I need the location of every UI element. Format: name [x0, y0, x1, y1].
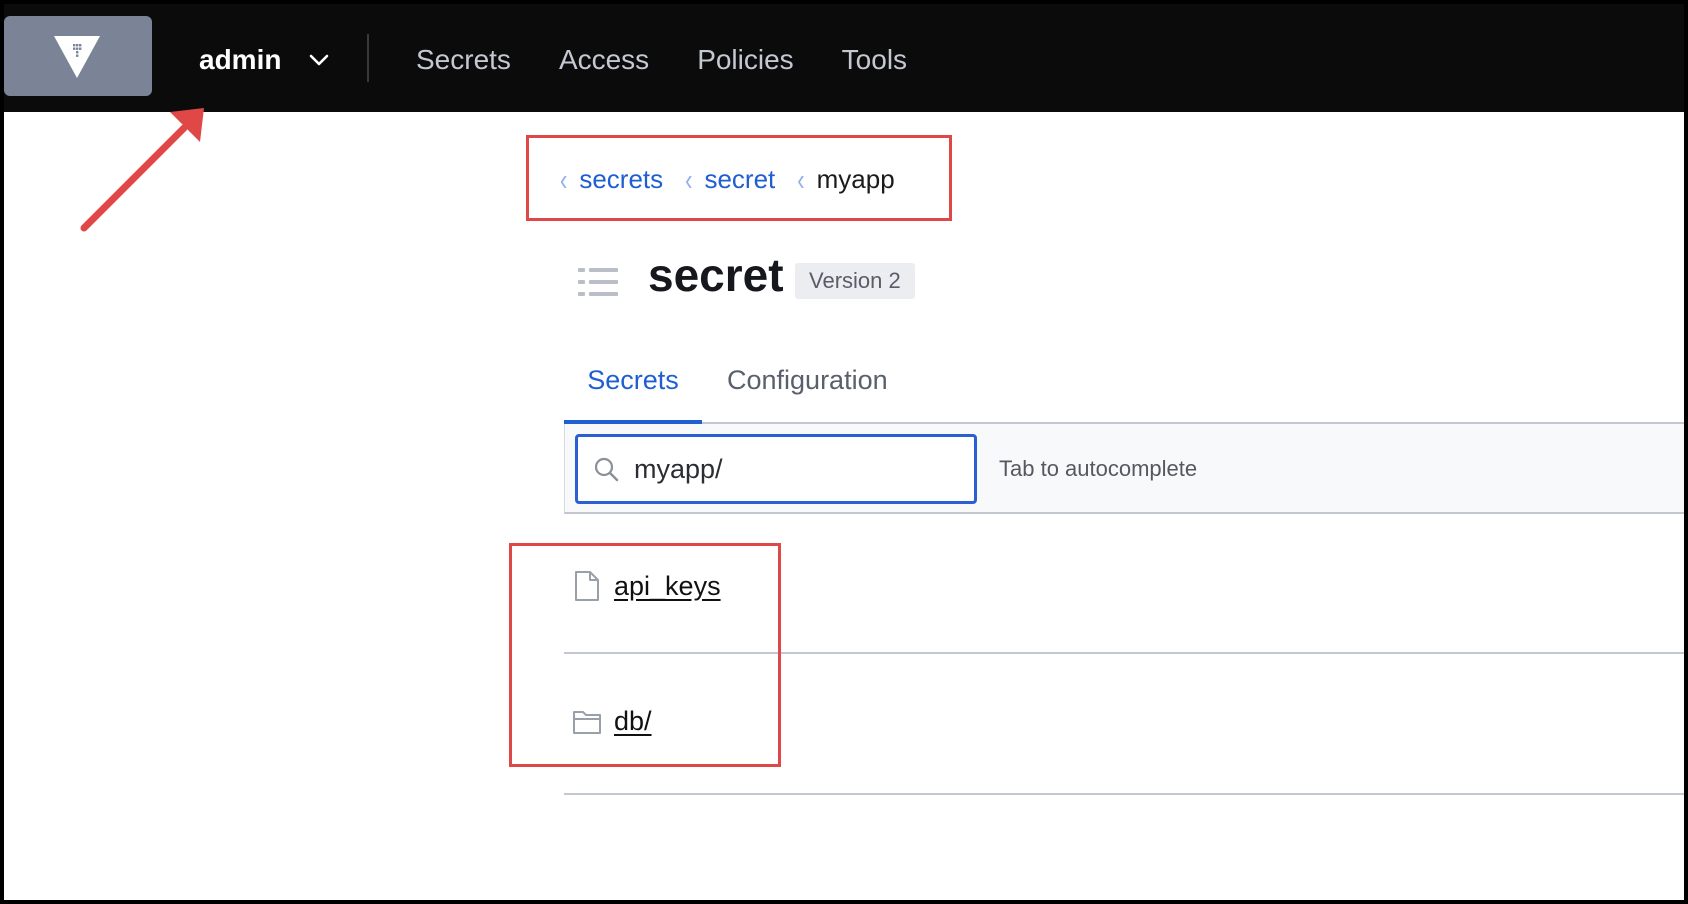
app-window: admin Secrets Access Policies Tools ‹ se…	[4, 4, 1684, 900]
annotation-box-breadcrumb	[526, 135, 952, 221]
version-badge: Version 2	[795, 263, 915, 299]
list-icon	[578, 268, 618, 296]
search-icon	[594, 457, 619, 482]
page-title: secret	[648, 249, 784, 301]
annotation-box-list	[509, 543, 781, 767]
nav-link-policies[interactable]: Policies	[697, 40, 793, 80]
tab-bar: Secrets Configuration	[564, 360, 1684, 424]
search-box	[575, 434, 977, 504]
nav-link-access[interactable]: Access	[559, 40, 649, 80]
namespace-switcher[interactable]: admin	[199, 40, 329, 80]
vault-logo-button[interactable]	[4, 16, 152, 96]
top-navigation: admin Secrets Access Policies Tools	[4, 4, 1684, 112]
filter-toolbar: Tab to autocomplete	[564, 424, 1684, 514]
chevron-down-icon	[310, 54, 329, 66]
vault-logo-icon	[54, 36, 100, 78]
search-input[interactable]	[634, 453, 964, 485]
nav-link-tools[interactable]: Tools	[842, 40, 907, 80]
namespace-label: admin	[199, 44, 282, 75]
tab-configuration[interactable]: Configuration	[727, 360, 888, 400]
nav-link-secrets[interactable]: Secrets	[416, 40, 511, 80]
tab-secrets[interactable]: Secrets	[564, 360, 702, 424]
autocomplete-hint: Tab to autocomplete	[999, 456, 1198, 481]
nav-divider	[367, 34, 369, 82]
main-nav: Secrets Access Policies Tools	[416, 40, 955, 80]
